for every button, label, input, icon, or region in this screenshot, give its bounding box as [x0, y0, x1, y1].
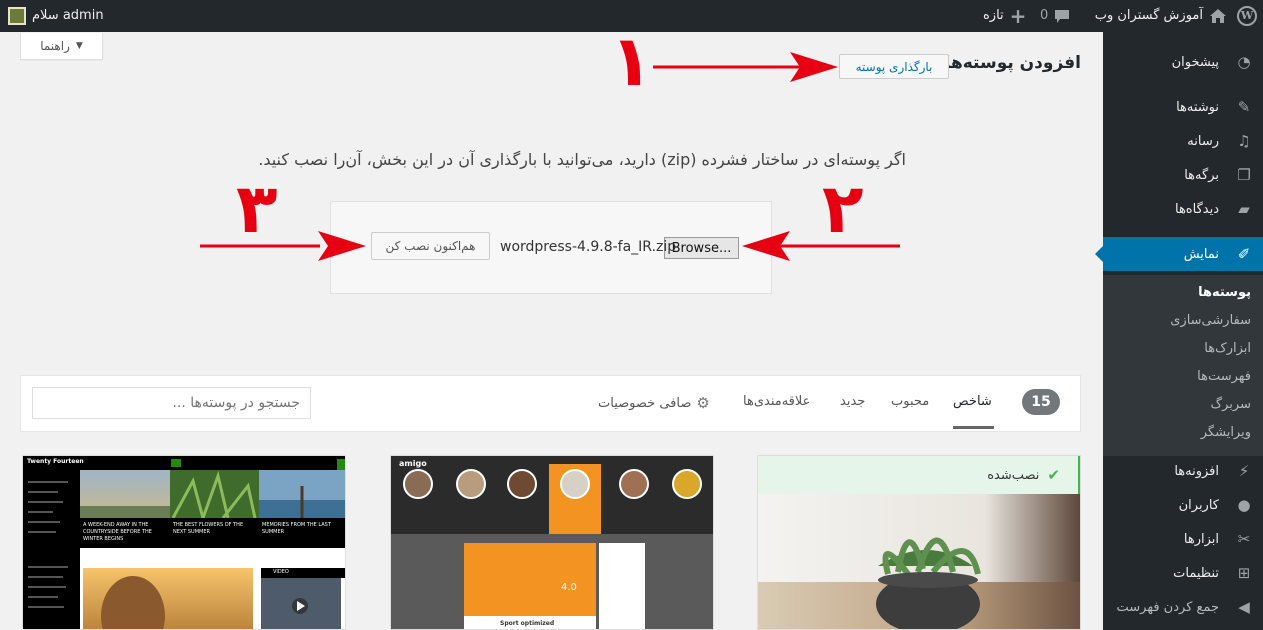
menu-label: برگه‌ها [1184, 167, 1219, 183]
caret-down-icon: ▼ [75, 41, 83, 51]
amigo-logo: amigo [399, 459, 427, 468]
menu-label: پیشخوان [1171, 54, 1219, 70]
tf-site-title: Twenty Fourteen [27, 458, 84, 465]
theme-card-installed[interactable]: نصب‌شده ✔ [757, 455, 1081, 630]
submenu-menus[interactable]: فهرست‌ها [1197, 369, 1251, 384]
collapse-menu[interactable]: جمع کردن فهرست ◀ [1103, 590, 1263, 624]
wp-logo-menu[interactable]: W [1237, 0, 1257, 32]
theme-count-badge: 15 [1022, 389, 1060, 415]
appearance-submenu: پوسته‌ها سفارشی‌سازی ابزارک‌ها فهرست‌ها … [1103, 275, 1263, 456]
tab-popular[interactable]: محبوب [891, 394, 929, 409]
check-icon: ✔ [1047, 466, 1060, 484]
collapse-icon: ◀ [1238, 598, 1250, 616]
gear-icon: ⚙ [696, 394, 710, 412]
menu-label: افزونه‌ها [1174, 463, 1219, 479]
menu-users[interactable]: کاربران ● [1103, 488, 1263, 522]
help-tab-button[interactable]: راهنما ▼ [20, 33, 103, 60]
menu-label: جمع کردن فهرست [1116, 599, 1219, 615]
tf-post-1: A WEEK-END AWAY IN THE COUNTRYSIDE BEFOR… [83, 522, 152, 542]
tf-post-3: MEMORIES FROM THE LAST SUMMER [262, 522, 331, 535]
annotation-step-3: ۳ [236, 170, 278, 249]
upload-theme-button[interactable]: بارگذاری پوسته [839, 54, 949, 79]
tf-video-label: VIDEO [273, 569, 289, 575]
install-now-button[interactable]: هم‌اکنون نصب کن [371, 232, 490, 260]
paintbrush-icon: ✐ [1237, 245, 1251, 263]
menu-posts[interactable]: نوشته‌ها ✎ [1103, 90, 1263, 124]
menu-appearance[interactable]: نمایش ✐ [1095, 237, 1263, 271]
new-label: تازه [983, 8, 1004, 23]
menu-label: نوشته‌ها [1176, 99, 1219, 115]
page-title: افزودن پوسته‌ها [944, 53, 1081, 73]
plugin-icon: ⚡ [1238, 462, 1250, 480]
menu-dashboard[interactable]: پیشخوان ◔ [1103, 45, 1263, 79]
theme-card-amigo[interactable]: amigo 4.0 Sport optimized [390, 455, 714, 630]
greeting: سلام admin [32, 8, 104, 23]
menu-label: کاربران [1178, 497, 1219, 513]
dashboard-icon: ◔ [1237, 53, 1251, 71]
menu-media[interactable]: رسانه ♫ [1103, 124, 1263, 158]
my-account-link[interactable]: سلام admin [8, 0, 104, 32]
new-content-link[interactable]: تازه + [983, 0, 1026, 32]
comments-icon: ▰ [1238, 200, 1250, 218]
tab-latest[interactable]: جدید [840, 394, 865, 409]
wordpress-icon: W [1237, 6, 1257, 26]
media-icon: ♫ [1237, 132, 1251, 150]
home-icon [1210, 9, 1226, 23]
feature-filter-label: صافی خصوصیات [598, 395, 692, 411]
menu-label: نمایش [1183, 246, 1219, 262]
annotation-step-1: ۱ [610, 20, 653, 102]
avatar [8, 7, 26, 25]
amigo-rating: 4.0 [561, 582, 577, 593]
submenu-header[interactable]: سربرگ [1211, 397, 1252, 412]
upload-description: اگر پوسته‌ای در ساختار فشرده (zip) دارید… [258, 150, 906, 169]
plus-icon: + [1009, 4, 1027, 28]
wrench-icon: ✂ [1237, 530, 1251, 548]
user-icon: ● [1237, 496, 1251, 514]
submenu-themes[interactable]: پوسته‌ها [1198, 285, 1251, 300]
comment-icon [1055, 9, 1070, 23]
site-name-link[interactable]: آموزش گستران وب [1095, 0, 1227, 32]
menu-pages[interactable]: برگه‌ها ❐ [1103, 158, 1263, 192]
tf-post-2: THE BEST FLOWERS OF THE NEXT SUMMER [173, 522, 244, 535]
installed-notice: نصب‌شده ✔ [758, 456, 1080, 494]
installed-theme-screenshot [758, 494, 1080, 629]
amigo-theme-screenshot [391, 456, 713, 629]
menu-plugins[interactable]: افزونه‌ها ⚡ [1103, 454, 1263, 488]
theme-search-input[interactable] [32, 387, 311, 419]
pages-icon: ❐ [1237, 166, 1251, 184]
menu-label: رسانه [1187, 133, 1219, 149]
active-tab-indicator [953, 426, 994, 429]
settings-icon: ⊞ [1237, 564, 1251, 582]
help-label: راهنما [40, 39, 70, 53]
installed-label: نصب‌شده [987, 467, 1040, 483]
feature-filter-button[interactable]: صافی خصوصیات ⚙ [598, 394, 710, 412]
comments-link[interactable]: 0 [1040, 0, 1070, 32]
site-name: آموزش گستران وب [1094, 8, 1203, 23]
menu-tools[interactable]: ابزارها ✂ [1103, 522, 1263, 556]
selected-filename: wordpress-4.9.8-fa_IR.zip [500, 239, 677, 255]
tab-favorites[interactable]: علاقه‌مندی‌ها [743, 394, 810, 409]
menu-settings[interactable]: تنظیمات ⊞ [1103, 556, 1263, 590]
tab-featured[interactable]: شاخص [953, 394, 992, 409]
menu-label: تنظیمات [1173, 565, 1219, 581]
menu-label: دیدگاه‌ها [1174, 201, 1219, 217]
amigo-caption: Sport optimized [500, 620, 555, 627]
theme-card-twentyfourteen[interactable]: Twenty Fourteen A WEEK-END AWAY IN THE C… [22, 455, 346, 630]
submenu-customize[interactable]: سفارشی‌سازی [1170, 313, 1251, 328]
annotation-step-2: ۲ [822, 170, 864, 249]
comments-count: 0 [1040, 8, 1049, 23]
admin-sidebar: پیشخوان ◔ نوشته‌ها ✎ رسانه ♫ برگه‌ها ❐ د… [1095, 32, 1263, 630]
arrow-1 [653, 52, 838, 82]
pin-icon: ✎ [1237, 98, 1251, 116]
submenu-widgets[interactable]: ابزارک‌ها [1204, 341, 1251, 356]
menu-comments[interactable]: دیدگاه‌ها ▰ [1103, 192, 1263, 226]
menu-label: ابزارها [1183, 531, 1219, 547]
submenu-editor[interactable]: ویرایشگر [1201, 425, 1251, 440]
